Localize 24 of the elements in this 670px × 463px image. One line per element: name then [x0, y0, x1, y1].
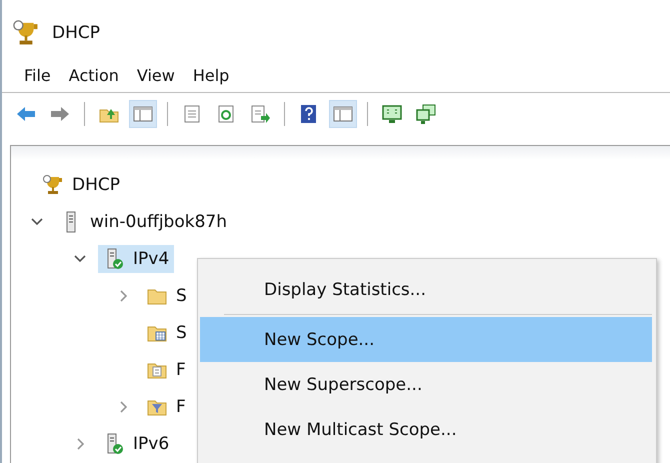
window-title: DHCP: [52, 23, 100, 43]
menu-item[interactable]: Action: [62, 64, 125, 86]
menu-item[interactable]: File: [18, 64, 57, 86]
tree-item[interactable]: win-0uffjbok87h: [55, 208, 232, 236]
tree-item[interactable]: F: [141, 392, 191, 420]
tree-item[interactable]: IPv6: [98, 430, 174, 458]
tree-item[interactable]: S: [141, 282, 192, 310]
tree-item[interactable]: IPv4: [98, 244, 174, 272]
toolbar-button[interactable]: [329, 100, 357, 128]
menu-item[interactable]: Display Statistics...: [200, 267, 652, 312]
export-icon: [249, 103, 271, 125]
trophy-icon: [42, 174, 64, 196]
menu-item[interactable]: New Multicast Scope...: [200, 407, 652, 452]
menu-item[interactable]: New Superscope...: [200, 362, 652, 407]
menu-item[interactable]: Help: [186, 64, 236, 86]
monitor-icon: [381, 103, 403, 125]
trophy-icon: [12, 19, 40, 47]
menu-item[interactable]: View: [130, 64, 181, 86]
menu-item[interactable]: New Scope...: [200, 317, 652, 362]
toolbar-button[interactable]: [129, 100, 157, 128]
monitors-icon: [415, 103, 437, 125]
tree-item[interactable]: S: [141, 318, 192, 346]
tree-item[interactable]: F: [141, 356, 191, 384]
tree-item[interactable]: DHCP: [37, 170, 125, 198]
